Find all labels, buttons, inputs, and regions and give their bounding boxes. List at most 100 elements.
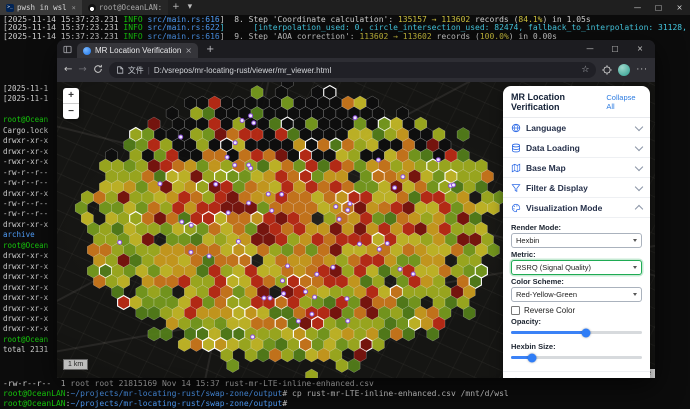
sample-marker[interactable] (304, 290, 308, 294)
profile-avatar[interactable] (618, 64, 630, 76)
browser-minimize-button[interactable]: — (579, 40, 601, 58)
sample-marker[interactable] (401, 175, 405, 179)
sample-marker[interactable] (286, 264, 290, 268)
sample-marker[interactable] (331, 265, 335, 269)
section-filter-display[interactable]: Filter & Display (503, 178, 650, 198)
sample-marker[interactable] (296, 319, 300, 323)
sample-marker[interactable] (345, 297, 349, 301)
terminal-minimize-button[interactable]: — (627, 0, 648, 15)
sample-marker[interactable] (247, 163, 251, 167)
sample-marker[interactable] (249, 114, 253, 118)
sample-marker[interactable] (262, 296, 266, 300)
hexbin-cell[interactable] (148, 327, 160, 341)
browser-maximize-button[interactable]: □ (604, 40, 626, 58)
zoom-in-button[interactable]: + (63, 88, 79, 103)
section-data-loading[interactable]: Data Loading (503, 138, 650, 158)
sample-marker[interactable] (334, 205, 338, 209)
sample-marker[interactable] (346, 319, 350, 323)
sample-marker[interactable] (270, 209, 274, 213)
sample-marker[interactable] (280, 192, 284, 196)
sample-marker[interactable] (226, 211, 230, 215)
sample-marker[interactable] (346, 208, 350, 212)
sample-marker[interactable] (180, 220, 184, 224)
sample-marker[interactable] (225, 155, 229, 159)
sample-marker[interactable] (377, 247, 381, 251)
sample-marker[interactable] (385, 241, 389, 245)
metric-select[interactable]: RSRQ (Signal Quality) (511, 260, 642, 275)
tab-close-icon[interactable]: × (185, 46, 192, 55)
page-info-icon[interactable] (116, 66, 124, 74)
sample-marker[interactable] (236, 239, 240, 243)
sample-marker[interactable] (247, 201, 251, 205)
sample-marker[interactable] (281, 279, 285, 283)
sample-marker[interactable] (315, 272, 319, 276)
browser-new-tab-button[interactable]: + (201, 44, 219, 55)
favorite-icon[interactable]: ☆ (581, 65, 589, 75)
sample-marker[interactable] (252, 121, 256, 125)
hexbin-size-slider[interactable] (511, 356, 642, 359)
sample-marker[interactable] (411, 272, 415, 276)
zoom-out-button[interactable]: − (63, 103, 79, 119)
new-tab-button[interactable]: + (168, 0, 184, 15)
hexbin-size-label: Hexbin Size: (511, 342, 642, 351)
back-button[interactable]: ← (64, 65, 72, 75)
hexbin-cell[interactable] (203, 338, 215, 352)
sample-marker[interactable] (118, 240, 122, 244)
sample-marker[interactable] (179, 135, 183, 139)
tab-dropdown-button[interactable]: ▾ (184, 0, 197, 15)
map-container[interactable]: + − 1 km Leaflet | Esri, DigitalGlobe MR… (57, 82, 655, 378)
browser-tab[interactable]: MR Location Verification × (77, 43, 198, 58)
collapse-all-link[interactable]: Collapse All (606, 93, 642, 111)
sample-marker[interactable] (282, 292, 286, 296)
sample-marker[interactable] (158, 182, 162, 186)
terminal-tab-pwsh[interactable]: >_ pwsh in wsl × (0, 0, 82, 15)
sample-marker[interactable] (337, 217, 341, 221)
terminal-line: [2025-11-14 15:37:23.231 INFO src/main.r… (3, 24, 690, 32)
terminal-tab-wsl[interactable]: root@OceanLAN: (82, 0, 168, 15)
sample-marker[interactable] (436, 158, 440, 162)
sample-marker[interactable] (398, 267, 402, 271)
section-geohash-verification[interactable]: Geohash Verification (503, 372, 650, 378)
titlebar-drag-area[interactable] (196, 0, 627, 15)
section-base-map[interactable]: Base Map (503, 158, 650, 178)
browser-menu-icon[interactable]: ··· (636, 65, 648, 75)
sample-marker[interactable] (358, 242, 362, 246)
sample-marker[interactable] (393, 186, 397, 190)
sample-marker[interactable] (240, 119, 244, 123)
sample-marker[interactable] (376, 158, 380, 162)
terminal-line (3, 105, 57, 115)
tab-close-icon[interactable]: × (72, 4, 76, 12)
sample-marker[interactable] (313, 295, 317, 299)
browser-close-button[interactable]: × (629, 40, 651, 58)
vertical-tabs-icon[interactable] (61, 45, 74, 54)
render-mode-select[interactable]: Hexbin (511, 233, 642, 248)
opacity-slider[interactable] (511, 331, 642, 334)
sample-marker[interactable] (268, 296, 272, 300)
sample-marker[interactable] (251, 335, 255, 339)
sample-marker[interactable] (214, 182, 218, 186)
sample-marker[interactable] (452, 183, 456, 187)
sample-marker[interactable] (266, 192, 270, 196)
sample-marker[interactable] (189, 223, 193, 227)
terminal-maximize-button[interactable]: □ (648, 0, 669, 15)
sample-marker[interactable] (189, 250, 193, 254)
sample-marker[interactable] (310, 312, 314, 316)
color-scheme-select[interactable]: Red-Yellow-Green (511, 287, 642, 302)
reverse-color-checkbox[interactable] (511, 306, 520, 315)
refresh-button[interactable] (93, 64, 103, 77)
hexbin-cell[interactable] (306, 369, 318, 378)
hexbin-cell[interactable] (457, 128, 469, 142)
section-language[interactable]: Language (503, 118, 650, 138)
terminal-close-button[interactable]: × (669, 0, 690, 15)
sample-marker[interactable] (233, 163, 237, 167)
sample-marker[interactable] (233, 141, 237, 145)
address-url[interactable]: D:/vsrepos/mr-locating-rust/viewer/mr_vi… (154, 66, 577, 75)
section-visualization-mode[interactable]: Visualization Mode (503, 198, 650, 218)
forward-button[interactable]: → (78, 65, 86, 75)
extensions-icon[interactable] (602, 65, 612, 75)
address-bar[interactable]: 文件 | D:/vsrepos/mr-locating-rust/viewer/… (109, 62, 597, 78)
sample-marker[interactable] (348, 202, 352, 206)
hexbin-cell[interactable] (118, 296, 130, 310)
sample-marker[interactable] (207, 254, 211, 258)
sample-marker[interactable] (353, 116, 357, 120)
